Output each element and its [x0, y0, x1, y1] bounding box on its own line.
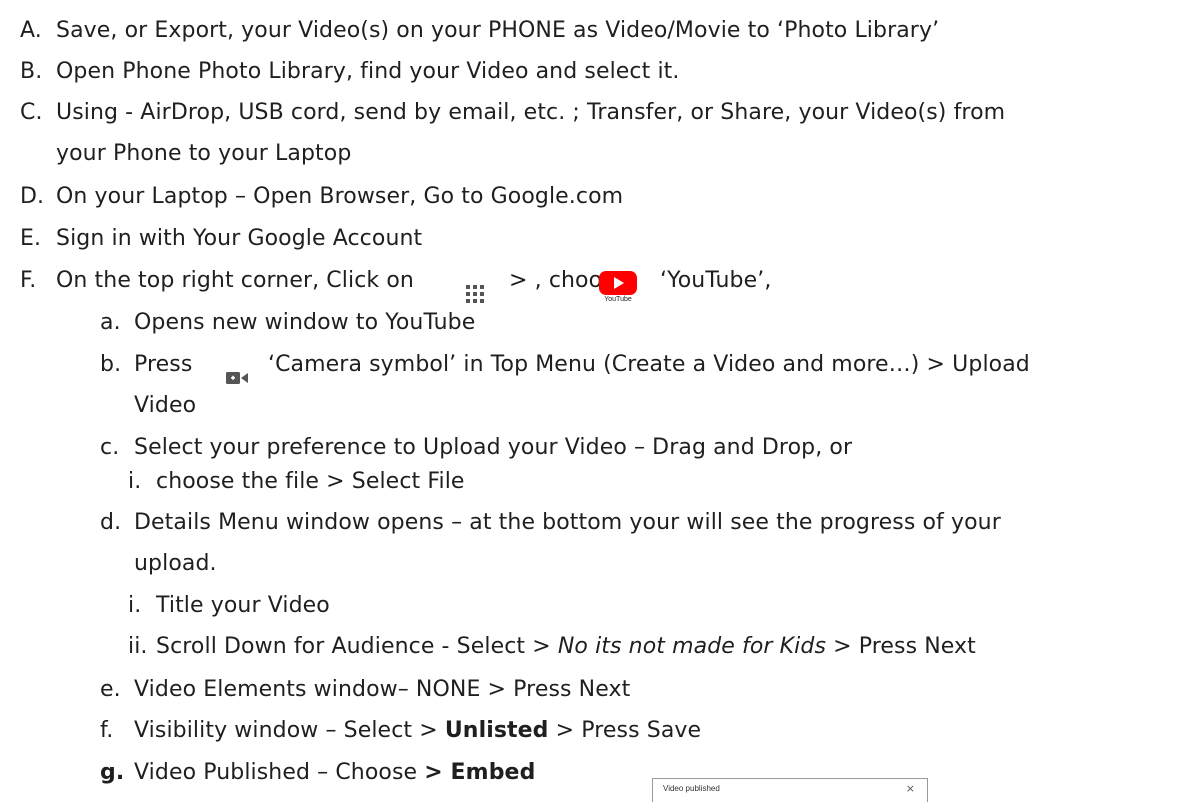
apps-grid-icon: [466, 285, 484, 303]
substep-text: Select your preference to Upload your Vi…: [134, 435, 853, 460]
step-marker: F.: [20, 268, 37, 293]
substep-marker: g.: [100, 760, 125, 785]
video-published-screenshot: Video published ×: [652, 778, 928, 802]
bold-emphasis: Unlisted: [444, 718, 549, 743]
step-text: On the top right corner, Click on: [56, 268, 414, 293]
youtube-icon: [599, 271, 637, 295]
substep-text: choose the file > Select File: [156, 469, 465, 494]
step-text: Using - AirDrop, USB cord, send by email…: [56, 100, 1006, 125]
bold-emphasis: > Embed: [424, 760, 536, 785]
substep-marker: a.: [100, 310, 121, 335]
dialog-title: Video published: [663, 784, 720, 793]
substep-marker: d.: [100, 510, 122, 535]
substep-marker: i.: [128, 593, 142, 618]
youtube-icon-caption: YouTube: [604, 296, 632, 303]
step-text: ‘YouTube’,: [660, 268, 772, 293]
substep-text: Visibility window – Select > Unlisted > …: [134, 718, 702, 743]
substep-marker: f.: [100, 718, 114, 743]
substep-marker: b.: [100, 352, 122, 377]
step-text: Save, or Export, your Video(s) on your P…: [56, 18, 940, 43]
close-icon: ×: [905, 782, 915, 795]
instruction-document: A. Save, or Export, your Video(s) on you…: [0, 0, 1191, 802]
italic-emphasis: No its not made for Kids: [557, 634, 827, 659]
step-marker: E.: [20, 226, 42, 251]
substep-marker: ii.: [128, 634, 148, 659]
step-text: On your Laptop – Open Browser, Go to Goo…: [56, 184, 624, 209]
step-marker: B.: [20, 59, 43, 84]
substep-text: Scroll Down for Audience - Select > No i…: [156, 634, 976, 659]
substep-text: ‘Camera symbol’ in Top Menu (Create a Vi…: [268, 352, 1030, 377]
substep-marker: c.: [100, 435, 120, 460]
step-text: your Phone to your Laptop: [56, 141, 352, 166]
substep-text: Opens new window to YouTube: [134, 310, 476, 335]
substep-text: upload.: [134, 551, 217, 576]
step-marker: C.: [20, 100, 43, 125]
substep-text: Details Menu window opens – at the botto…: [134, 510, 1001, 535]
substep-text: Video Elements window– NONE > Press Next: [134, 677, 631, 702]
substep-text: Press: [134, 352, 193, 377]
substep-marker: e.: [100, 677, 121, 702]
step-marker: D.: [20, 184, 45, 209]
step-text: Open Phone Photo Library, find your Vide…: [56, 59, 680, 84]
substep-text: Video: [134, 393, 197, 418]
step-text: Sign in with Your Google Account: [56, 226, 423, 251]
substep-text: Video Published – Choose > Embed: [134, 760, 536, 785]
substep-marker: i.: [128, 469, 142, 494]
substep-text: Title your Video: [156, 593, 330, 618]
step-marker: A.: [20, 18, 42, 43]
video-camera-icon: [226, 372, 248, 384]
